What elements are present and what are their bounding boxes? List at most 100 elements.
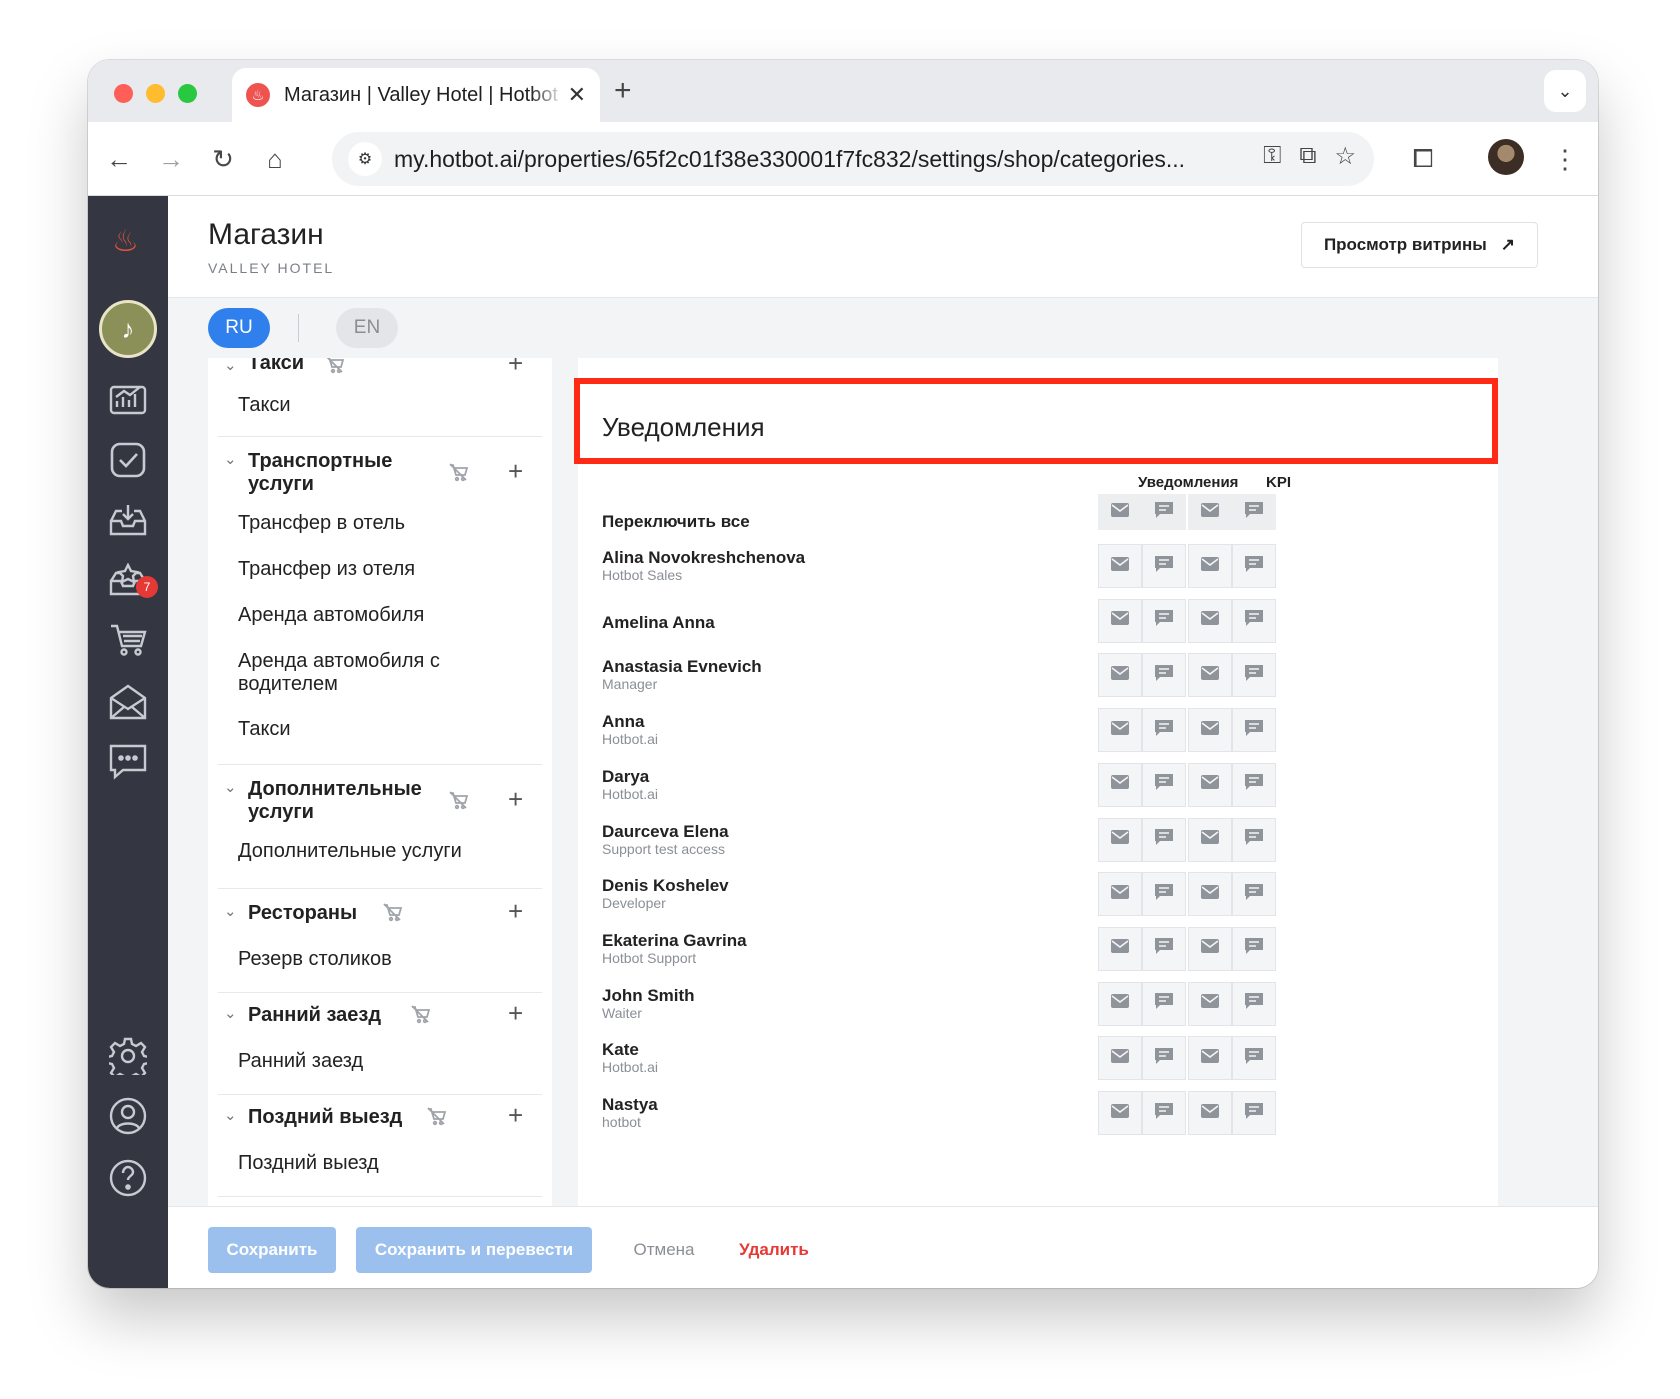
chat-icon[interactable] bbox=[108, 742, 148, 782]
user-notifications-chat-toggle[interactable] bbox=[1142, 872, 1186, 917]
user-notifications-email-toggle[interactable] bbox=[1098, 598, 1142, 643]
browser-menu-icon[interactable]: ⋮ bbox=[1548, 142, 1582, 176]
user-kpi-email-toggle[interactable] bbox=[1188, 872, 1232, 917]
user-kpi-chat-toggle[interactable] bbox=[1232, 762, 1276, 807]
user-kpi-chat-toggle[interactable] bbox=[1232, 817, 1276, 862]
delete-button[interactable]: Удалить bbox=[724, 1227, 824, 1273]
all-kpi-chat-toggle[interactable] bbox=[1232, 494, 1276, 530]
user-notifications-email-toggle[interactable] bbox=[1098, 981, 1142, 1026]
user-notifications-email-toggle[interactable] bbox=[1098, 817, 1142, 862]
cancel-button[interactable]: Отмена bbox=[614, 1227, 714, 1273]
user-notifications-email-toggle[interactable] bbox=[1098, 1091, 1142, 1135]
user-notifications-chat-toggle[interactable] bbox=[1142, 1091, 1186, 1135]
category-title[interactable]: Транспортные услуги bbox=[248, 450, 418, 496]
mail-icon[interactable] bbox=[108, 682, 148, 722]
user-notifications-chat-toggle[interactable] bbox=[1142, 981, 1186, 1026]
category-item[interactable]: Поздний выезд bbox=[238, 1152, 379, 1175]
site-info-icon[interactable]: ⚙ bbox=[348, 142, 382, 176]
analytics-icon[interactable] bbox=[108, 378, 148, 418]
tasks-icon[interactable] bbox=[108, 440, 148, 480]
user-kpi-email-toggle[interactable] bbox=[1188, 1091, 1232, 1135]
inbox-icon[interactable] bbox=[108, 500, 148, 540]
chevron-down-icon[interactable]: ⌄ bbox=[224, 450, 237, 468]
category-title[interactable]: Рестораны bbox=[248, 902, 357, 925]
user-notifications-chat-toggle[interactable] bbox=[1142, 598, 1186, 643]
tab-search-chevron-icon[interactable]: ⌄ bbox=[1544, 70, 1586, 112]
add-item-icon[interactable]: + bbox=[508, 1100, 523, 1131]
all-notifications-email-toggle[interactable] bbox=[1098, 494, 1142, 530]
user-kpi-email-toggle[interactable] bbox=[1188, 817, 1232, 862]
category-item[interactable]: Трансфер в отель bbox=[238, 512, 405, 535]
chevron-down-icon[interactable]: ⌄ bbox=[224, 1004, 237, 1022]
save-translate-button[interactable]: Сохранить и перевести bbox=[356, 1227, 592, 1273]
user-notifications-email-toggle[interactable] bbox=[1098, 872, 1142, 917]
user-kpi-email-toggle[interactable] bbox=[1188, 926, 1232, 971]
user-notifications-chat-toggle[interactable] bbox=[1142, 708, 1186, 753]
close-window-button[interactable] bbox=[114, 84, 133, 103]
user-kpi-chat-toggle[interactable] bbox=[1232, 926, 1276, 971]
user-kpi-email-toggle[interactable] bbox=[1188, 653, 1232, 698]
no-cart-icon[interactable] bbox=[324, 358, 345, 379]
category-item[interactable]: Резерв столиков bbox=[238, 948, 392, 971]
user-notifications-chat-toggle[interactable] bbox=[1142, 653, 1186, 698]
all-kpi-email-toggle[interactable] bbox=[1188, 494, 1232, 530]
category-title[interactable]: Ранний заезд bbox=[248, 1004, 381, 1027]
chevron-down-icon[interactable]: ⌄ bbox=[224, 778, 237, 796]
user-kpi-email-toggle[interactable] bbox=[1188, 708, 1232, 753]
user-notifications-email-toggle[interactable] bbox=[1098, 1036, 1142, 1081]
category-title[interactable]: Такси bbox=[248, 358, 304, 375]
profile-avatar[interactable] bbox=[1488, 139, 1524, 175]
save-button[interactable]: Сохранить bbox=[208, 1227, 336, 1273]
no-cart-icon[interactable] bbox=[448, 462, 469, 487]
add-item-icon[interactable]: + bbox=[508, 896, 523, 927]
category-item[interactable]: Такси bbox=[238, 394, 291, 417]
user-kpi-chat-toggle[interactable] bbox=[1232, 653, 1276, 698]
home-icon[interactable]: ⌂ bbox=[258, 142, 292, 176]
no-cart-icon[interactable] bbox=[426, 1106, 447, 1131]
hotbot-logo-icon[interactable]: ♨ bbox=[112, 224, 139, 259]
user-kpi-chat-toggle[interactable] bbox=[1232, 598, 1276, 643]
category-item[interactable]: Ранний заезд bbox=[238, 1050, 363, 1073]
user-notifications-email-toggle[interactable] bbox=[1098, 544, 1142, 588]
category-item[interactable]: Аренда автомобиля с водителем bbox=[238, 650, 468, 696]
user-kpi-chat-toggle[interactable] bbox=[1232, 1091, 1276, 1135]
user-notifications-email-toggle[interactable] bbox=[1098, 708, 1142, 753]
help-icon[interactable] bbox=[108, 1158, 148, 1198]
maximize-window-button[interactable] bbox=[178, 84, 197, 103]
minimize-window-button[interactable] bbox=[146, 84, 165, 103]
user-kpi-email-toggle[interactable] bbox=[1188, 598, 1232, 643]
user-kpi-chat-toggle[interactable] bbox=[1232, 708, 1276, 753]
user-kpi-chat-toggle[interactable] bbox=[1232, 872, 1276, 917]
user-notifications-email-toggle[interactable] bbox=[1098, 653, 1142, 698]
user-notifications-email-toggle[interactable] bbox=[1098, 926, 1142, 971]
forward-icon[interactable]: → bbox=[154, 142, 188, 176]
bookmark-star-icon[interactable]: ☆ bbox=[1334, 142, 1356, 171]
user-notifications-email-toggle[interactable] bbox=[1098, 762, 1142, 807]
settings-icon[interactable] bbox=[108, 1036, 148, 1076]
chevron-down-icon[interactable]: ⌄ bbox=[224, 1106, 237, 1124]
chevron-down-icon[interactable]: ⌄ bbox=[224, 902, 237, 920]
extensions-icon[interactable]: ⧠ bbox=[1406, 142, 1440, 176]
user-notifications-chat-toggle[interactable] bbox=[1142, 544, 1186, 588]
add-item-icon[interactable]: + bbox=[508, 998, 523, 1029]
category-item[interactable]: Трансфер из отеля bbox=[238, 558, 415, 581]
user-notifications-chat-toggle[interactable] bbox=[1142, 817, 1186, 862]
category-title[interactable]: Поздний выезд bbox=[248, 1106, 402, 1129]
no-cart-icon[interactable] bbox=[410, 1004, 431, 1029]
close-tab-icon[interactable]: ✕ bbox=[568, 82, 586, 108]
back-icon[interactable]: ← bbox=[102, 142, 136, 176]
user-kpi-chat-toggle[interactable] bbox=[1232, 981, 1276, 1026]
profile-icon[interactable] bbox=[108, 1096, 148, 1136]
category-item[interactable]: Дополнительные услуги bbox=[238, 840, 462, 863]
user-kpi-email-toggle[interactable] bbox=[1188, 981, 1232, 1026]
view-showcase-button[interactable]: Просмотр витрины ↗ bbox=[1300, 222, 1538, 268]
browser-tab[interactable]: ♨ Магазин | Valley Hotel | Hotbot ✕ bbox=[232, 68, 600, 122]
category-item[interactable]: Аренда автомобиля bbox=[238, 604, 424, 627]
add-item-icon[interactable]: + bbox=[508, 784, 523, 815]
category-title[interactable]: Дополнительные услуги bbox=[248, 778, 438, 824]
reload-icon[interactable]: ↻ bbox=[206, 142, 240, 176]
add-item-icon[interactable]: + bbox=[508, 456, 523, 487]
password-key-icon[interactable]: ⚿ bbox=[1263, 142, 1281, 171]
all-notifications-chat-toggle[interactable] bbox=[1142, 494, 1186, 530]
chevron-down-icon[interactable]: ⌄ bbox=[224, 358, 237, 374]
